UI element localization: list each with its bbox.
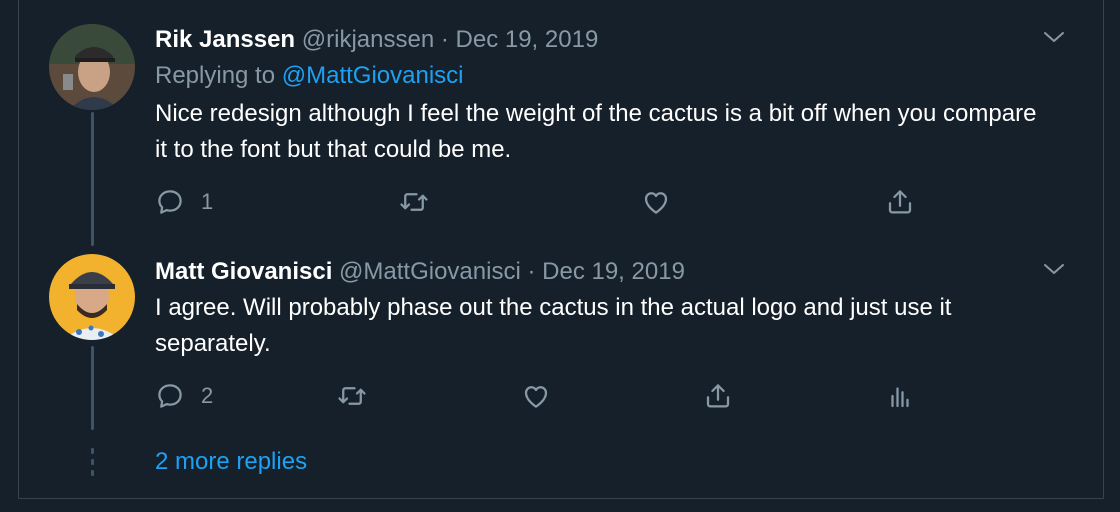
retweet-icon [338, 387, 366, 405]
analytics-icon [891, 387, 909, 408]
reply-count: 2 [201, 383, 214, 408]
share-icon [706, 384, 730, 408]
tweet-date[interactable]: Dec 19, 2019 [542, 258, 685, 285]
retweet-button[interactable] [337, 376, 367, 416]
avatar-image [49, 254, 135, 340]
replying-to-link[interactable]: @MattGiovanisci [282, 62, 464, 89]
reply-button[interactable]: 2 [155, 376, 213, 416]
reply-count: 1 [201, 189, 214, 214]
reply-button[interactable]: 1 [155, 182, 213, 222]
author-name[interactable]: Rik Janssen [155, 26, 295, 53]
author-handle[interactable]: @rikjanssen [302, 26, 434, 53]
replying-to: Replying to @MattGiovanisci [155, 62, 464, 90]
tweet-date[interactable]: Dec 19, 2019 [456, 26, 599, 53]
share-button[interactable] [703, 376, 733, 416]
tweet-header: Matt Giovanisci @MattGiovanisci · Dec 19… [155, 258, 685, 286]
tweet-header: Rik Janssen @rikjanssen · Dec 19, 2019 [155, 26, 598, 54]
like-icon [644, 192, 668, 214]
like-button[interactable] [521, 376, 551, 416]
share-icon [888, 190, 912, 214]
chevron-down-icon[interactable] [1041, 256, 1067, 282]
tweet-text: I agree. Will probably phase out the cac… [155, 294, 952, 357]
tweet-rik-janssen[interactable]: Rik Janssen @rikjanssen · Dec 19, 2019 R… [19, 0, 1103, 246]
replying-prefix: Replying to [155, 62, 276, 89]
author-handle[interactable]: @MattGiovanisci [339, 258, 521, 285]
separator-dot: · [527, 258, 536, 285]
retweet-button[interactable] [399, 182, 429, 222]
tweet-actions: 1 [155, 182, 915, 222]
avatar-image [49, 24, 135, 110]
share-button[interactable] [885, 182, 915, 222]
thread-line [91, 112, 94, 246]
conversation-panel: Rik Janssen @rikjanssen · Dec 19, 2019 R… [18, 0, 1104, 499]
retweet-icon [400, 193, 428, 211]
more-replies-link[interactable]: 2 more replies [155, 448, 307, 476]
thread-line [91, 346, 94, 430]
reply-icon [158, 190, 182, 214]
like-button[interactable] [641, 182, 671, 222]
author-name[interactable]: Matt Giovanisci [155, 258, 332, 285]
tweet-text: Nice redesign although I feel the weight… [155, 100, 1037, 163]
chevron-down-icon[interactable] [1041, 24, 1067, 50]
avatar-matt-giovanisci[interactable] [49, 254, 135, 340]
avatar-rik-janssen[interactable] [49, 24, 135, 110]
thread-dots [91, 448, 94, 481]
like-icon [524, 386, 548, 408]
tweet-matt-giovanisci[interactable]: Matt Giovanisci @MattGiovanisci · Dec 19… [19, 240, 1103, 430]
analytics-button[interactable] [885, 376, 915, 416]
separator-dot: · [440, 26, 449, 53]
reply-icon [158, 384, 182, 408]
tweet-actions: 2 [155, 376, 925, 416]
